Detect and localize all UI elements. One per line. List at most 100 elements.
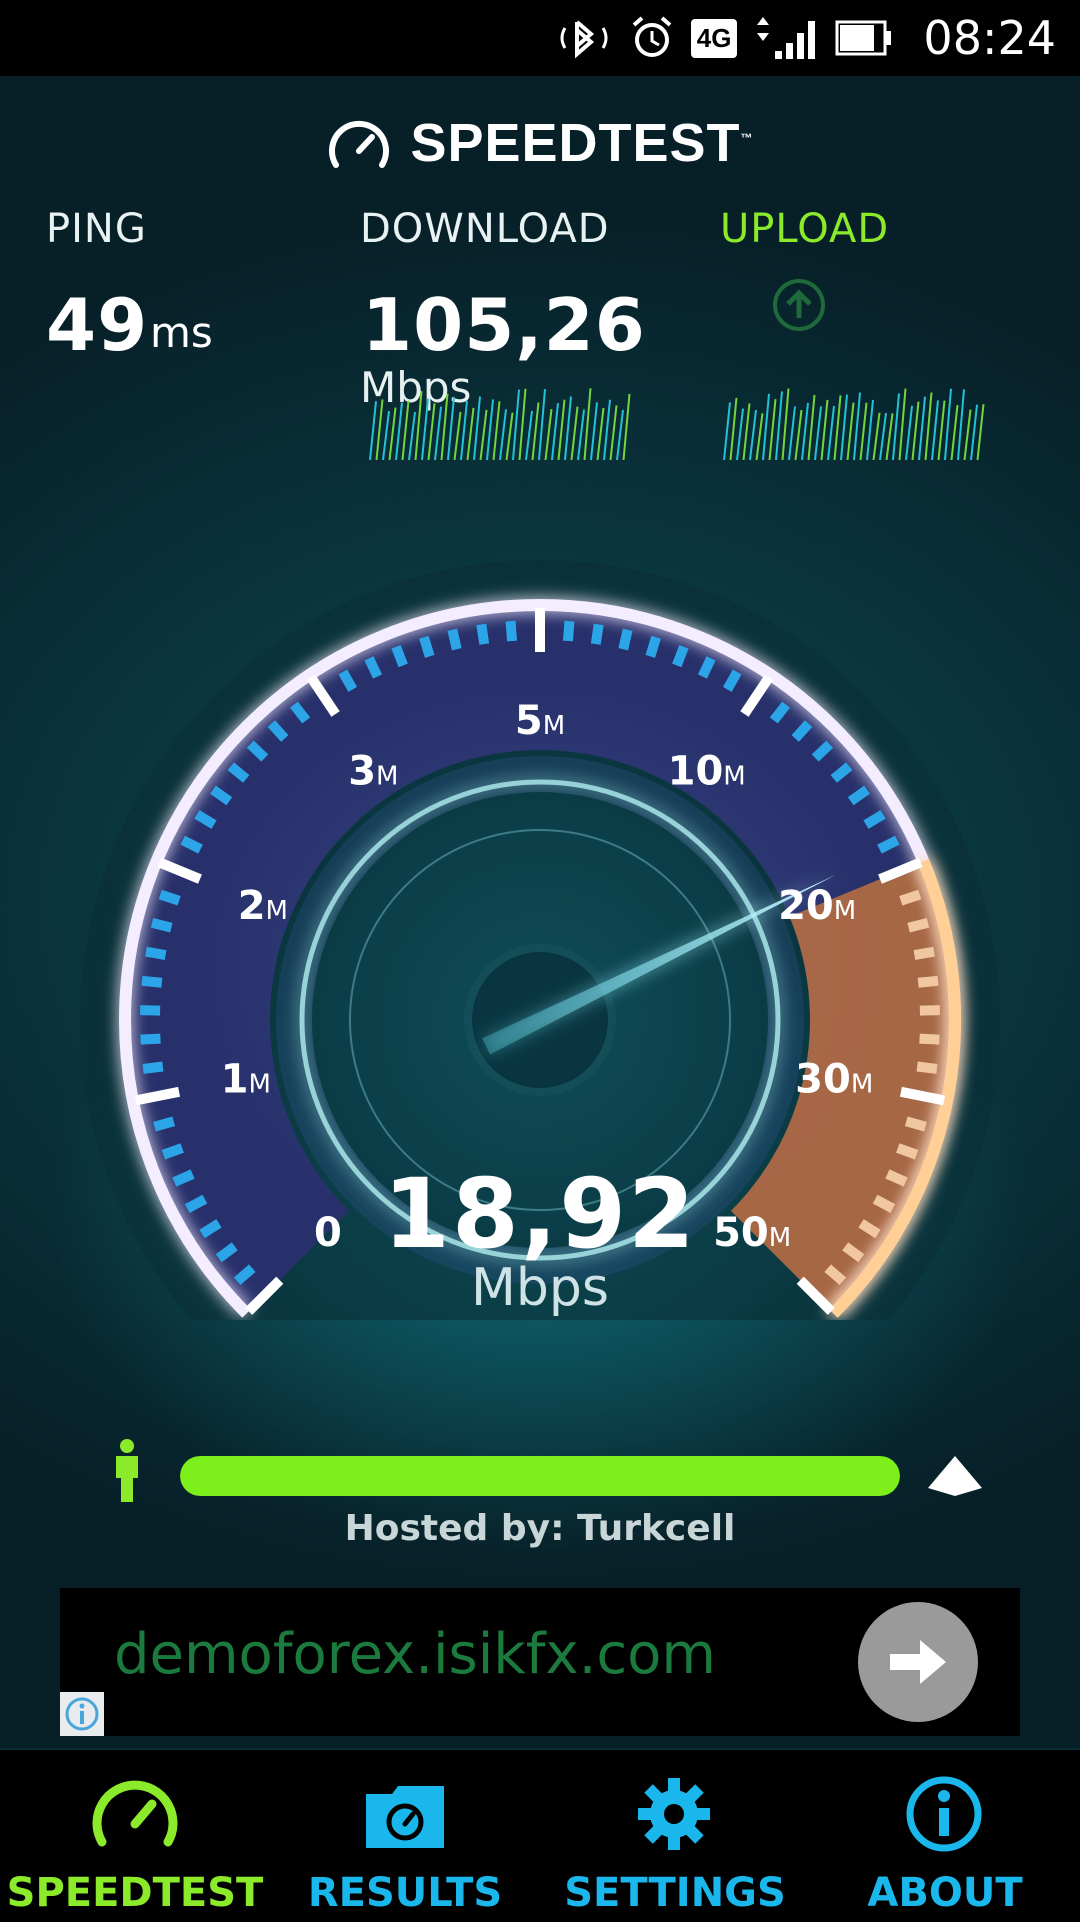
signal-icon [753, 15, 819, 61]
upload-graph-bar [763, 394, 769, 460]
gauge-minor-tick [898, 1148, 917, 1155]
gauge-minor-tick [511, 621, 512, 641]
upload-graph-bar [913, 402, 919, 460]
upload-graph-bar [802, 403, 808, 460]
download-graph-bar [403, 401, 409, 460]
gear-icon [634, 1774, 714, 1854]
gauge-minor-tick [424, 637, 430, 656]
upload-graph-bar [887, 413, 893, 460]
gauge-minor-tick [914, 952, 934, 955]
upload-graph-bar [880, 413, 886, 460]
download-graph-bar [448, 397, 454, 460]
download-graph-bar [604, 400, 610, 460]
upload-graph-bar [789, 406, 795, 460]
upload-graph-bar [783, 389, 789, 460]
gauge-minor-tick [906, 1121, 925, 1126]
upload-graph-bar [919, 397, 925, 460]
download-graph-bar [481, 410, 487, 460]
upload-graph-bar [828, 406, 834, 460]
download-graph-bar [565, 397, 571, 460]
download-graph-bar [500, 409, 506, 460]
nav-about[interactable]: ABOUT [810, 1750, 1080, 1922]
download-value: 105,26 [362, 283, 646, 367]
upload-graph-bar [815, 406, 821, 460]
gauge-minor-tick [917, 1067, 937, 1069]
speedometer-icon [90, 1774, 180, 1854]
download-graph-bar [383, 411, 389, 460]
logo-text: SPEEDTEST™ [410, 112, 753, 174]
network-4g-icon: 4G [691, 19, 738, 58]
download-graph-bar [422, 399, 428, 460]
upload-graph-bar [731, 398, 737, 460]
upload-graph-bar [978, 404, 984, 460]
gauge-minor-tick [146, 952, 166, 955]
upload-label: UPLOAD [720, 206, 889, 252]
upload-graph-bar [796, 410, 802, 460]
nav-results[interactable]: RESULTS [270, 1750, 540, 1922]
info-small-icon [64, 1696, 100, 1732]
speedometer-logo-icon [326, 115, 392, 171]
download-graph-bar [494, 401, 500, 460]
gauge-minor-tick [143, 1067, 163, 1069]
upload-graph-bar [835, 395, 841, 460]
download-graph-bar [539, 389, 545, 460]
ping-label: PING [46, 206, 147, 252]
current-speed-unit: Mbps [0, 1258, 1080, 1318]
hosted-by-text: Hosted by: Turkcell [0, 1508, 1080, 1549]
nav-settings-label: SETTINGS [540, 1870, 810, 1916]
download-graph-bar [598, 408, 604, 460]
download-graph-bar [429, 403, 435, 460]
download-graph-bar [409, 412, 415, 460]
gauge-minor-tick [140, 1039, 160, 1040]
gauge-minor-tick [901, 895, 920, 901]
download-graph-bar [617, 410, 623, 460]
gauge-minor-tick [163, 1148, 182, 1155]
download-graph-bar [416, 391, 422, 460]
download-graph-bar [591, 402, 597, 460]
status-icons: 4G 08:24 [555, 0, 1056, 76]
upload-graph-bar [724, 402, 730, 460]
upload-graph-bar [867, 400, 873, 460]
gauge-minor-tick [152, 923, 171, 928]
nav-speedtest[interactable]: SPEEDTEST [0, 1750, 270, 1922]
test-progress-fill [180, 1456, 900, 1496]
arrow-right-icon [886, 1634, 950, 1690]
download-graph-bar [513, 390, 519, 460]
upload-speed-graph [720, 380, 986, 460]
upload-graph-bar [893, 393, 899, 460]
download-graph-bar [546, 409, 552, 460]
upload-graph-bar [900, 389, 906, 460]
ad-info-button[interactable] [60, 1692, 104, 1736]
nav-speedtest-label: SPEEDTEST [0, 1870, 270, 1916]
upload-graph-bar [809, 395, 815, 460]
download-graph-bar [396, 402, 402, 460]
bluetooth-icon [555, 16, 613, 60]
gauge-minor-tick [396, 647, 403, 666]
upload-graph-bar [958, 389, 964, 460]
ad-banner[interactable]: demoforex.isikfx.com [60, 1588, 1020, 1736]
download-graph-bar [611, 405, 617, 460]
gauge-minor-tick [909, 923, 928, 928]
battery-icon [835, 18, 893, 58]
download-graph-bar [572, 407, 578, 460]
gauge-minor-tick [918, 981, 938, 983]
upload-graph-bar [971, 405, 977, 460]
info-icon [904, 1774, 984, 1854]
person-icon [112, 1438, 142, 1504]
upload-graph-bar [906, 406, 912, 460]
ad-go-button[interactable] [858, 1602, 978, 1722]
nav-settings[interactable]: SETTINGS [540, 1750, 810, 1922]
current-speed-value: 18,92 [0, 1158, 1080, 1270]
gauge-minor-tick [160, 895, 179, 901]
download-graph-bar [390, 408, 396, 460]
nav-results-label: RESULTS [270, 1870, 540, 1916]
ad-url[interactable]: demoforex.isikfx.com [114, 1622, 716, 1687]
upload-graph-bar [822, 400, 828, 460]
upload-graph-bar [744, 403, 750, 460]
download-graph-bar [455, 412, 461, 460]
alarm-icon [629, 15, 675, 61]
upload-graph-bar [757, 413, 763, 460]
upload-graph-bar [737, 409, 743, 460]
upload-graph-bar [932, 400, 938, 460]
server-marker-icon [924, 1452, 986, 1498]
